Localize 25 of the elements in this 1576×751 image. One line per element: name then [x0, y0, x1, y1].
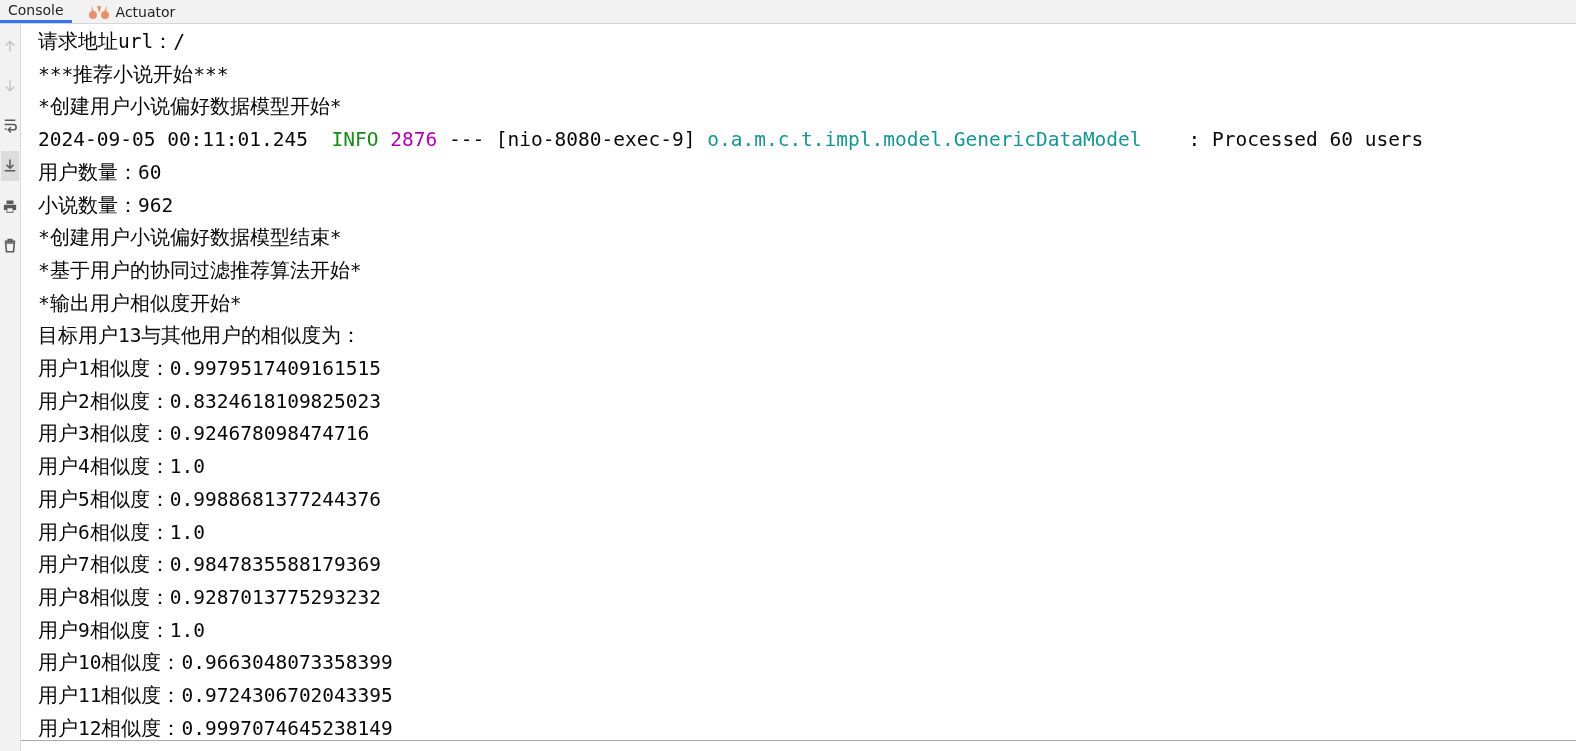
console-line: 用户12相似度：0.9997074645238149	[38, 715, 393, 742]
console-line: 用户数量：60	[38, 159, 162, 186]
console-line: 用户4相似度：1.0	[38, 454, 205, 481]
console-line: 用户11相似度：0.9724306702043395	[38, 683, 393, 710]
scroll-to-end-icon[interactable]	[1, 151, 19, 181]
console-line: 用户1相似度：0.9979517409161515	[38, 356, 382, 383]
console-line: 用户5相似度：0.9988681377244376	[38, 486, 382, 513]
console-line: 用户3相似度：0.924678098474716	[38, 421, 370, 448]
console-line: 用户7相似度：0.9847835588179369	[38, 552, 382, 579]
console-line: 目标用户13与其他用户的相似度为：	[38, 323, 362, 350]
console-line: 用户6相似度：1.0	[38, 519, 205, 546]
console-line: 用户2相似度：0.8324618109825023	[38, 388, 382, 415]
console-line: *输出用户相似度开始*	[38, 290, 242, 317]
console-line: 2024-09-05 00:11:01.245 INFO 2876 --- [nio-8080-exec-9] o.a.m.c.t.impl.model.GenericDataModel : Processed 60 users	[38, 127, 1424, 154]
console-line: *创建用户小说偏好数据模型开始*	[38, 94, 342, 121]
console-tab[interactable]: Actuator	[71, 0, 192, 23]
console-line: *基于用户的协同过滤推荐算法开始*	[38, 257, 362, 284]
console-line: 用户8相似度：0.9287013775293232	[38, 584, 382, 611]
console-line: 用户9相似度：1.0	[38, 617, 205, 644]
console-line: 小说数量：962	[38, 192, 174, 219]
console-line: 用户10相似度：0.9663048073358399	[38, 650, 393, 677]
actuator-icon	[87, 3, 110, 20]
console-line: 请求地址url：/	[38, 29, 185, 55]
console-line: *创建用户小说偏好数据模型结束*	[38, 225, 342, 252]
console-line: ***推荐小说开始***	[38, 61, 229, 88]
